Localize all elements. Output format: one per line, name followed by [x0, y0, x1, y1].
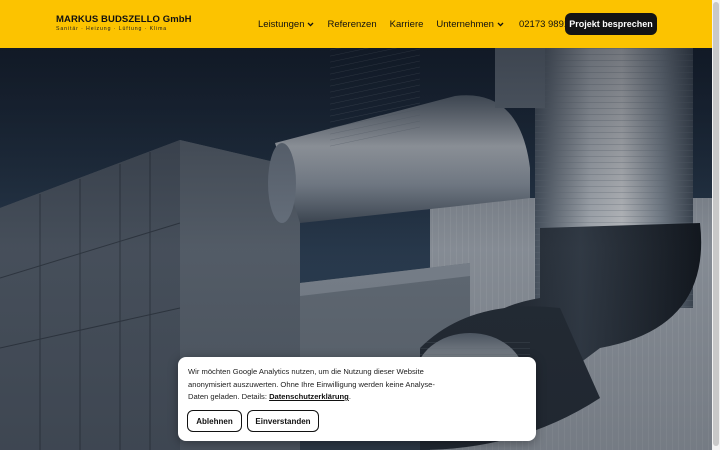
nav-item-label: Referenzen [327, 18, 377, 30]
scrollbar[interactable] [712, 0, 720, 450]
chevron-down-icon [307, 19, 314, 30]
logo[interactable]: MARKUS BUDSZELLO GmbH Sanitär · Heizung … [56, 14, 192, 33]
nav-item-label: Karriere [389, 18, 424, 30]
nav-item-label: Unternehmen [436, 18, 494, 30]
nav-item-referenzen[interactable]: Referenzen [327, 19, 376, 30]
site-header: MARKUS BUDSZELLO GmbH Sanitär · Heizung … [0, 0, 720, 48]
nav-item-leistungen[interactable]: Leistungen [258, 19, 314, 30]
logo-tagline: Sanitär · Heizung · Lüftung · Klima [56, 26, 168, 32]
nav-item-label: Leistungen [258, 18, 305, 30]
main-nav: Leistungen Referenzen Karriere Unternehm… [258, 0, 580, 48]
accept-button[interactable]: Einverstanden [247, 410, 319, 432]
nav-item-unternehmen[interactable]: Unternehmen [436, 19, 504, 30]
privacy-policy-link[interactable]: Datenschutzerklärung [269, 392, 349, 401]
cookie-message-end: . [348, 392, 351, 401]
chevron-down-icon [497, 19, 504, 30]
project-discuss-button[interactable]: Projekt besprechen [565, 13, 657, 35]
logo-name: MARKUS BUDSZELLO GmbH [56, 14, 192, 25]
decline-button[interactable]: Ablehnen [187, 410, 242, 432]
scrollbar-thumb[interactable] [713, 2, 719, 446]
cookie-message: Wir möchten Google Analytics nutzen, um … [188, 366, 438, 404]
cookie-consent-banner: Wir möchten Google Analytics nutzen, um … [178, 357, 536, 441]
nav-item-karriere[interactable]: Karriere [390, 19, 424, 30]
cookie-actions: Ablehnen Einverstanden [187, 410, 319, 432]
